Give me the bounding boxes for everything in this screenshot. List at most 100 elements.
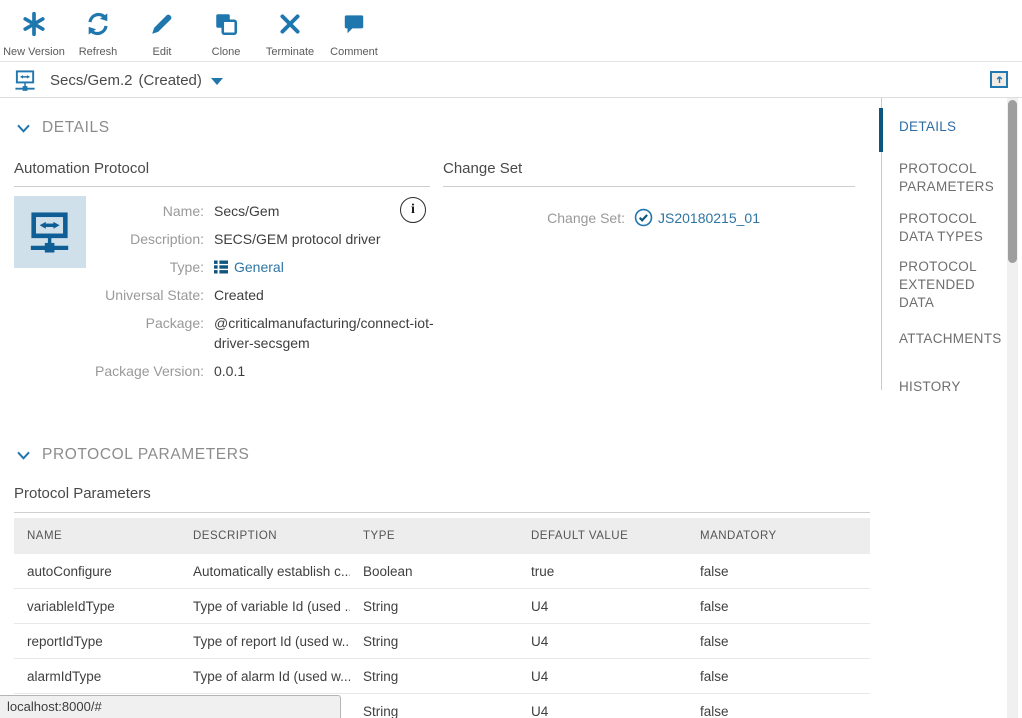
nav-item-protocol-data-types[interactable]: PROTOCOL DATA TYPES <box>882 210 1006 246</box>
details-section-title: DETAILS <box>42 119 110 137</box>
edit-button[interactable]: Edit <box>130 0 194 61</box>
comment-label: Comment <box>330 46 378 58</box>
description-value: SECS/GEM protocol driver <box>214 229 452 249</box>
cell-mandatory: false <box>687 599 870 614</box>
col-header-description: DESCRIPTION <box>180 530 350 542</box>
cell-default-value: U4 <box>518 704 687 718</box>
table-header-row: NAME DESCRIPTION TYPE DEFAULT VALUE MAND… <box>14 518 870 554</box>
automation-protocol-title: Automation Protocol <box>14 160 430 187</box>
automation-protocol-panel: Automation Protocol <box>14 160 430 187</box>
nav-item-details[interactable]: DETAILS <box>882 118 1006 136</box>
cell-description: Type of report Id (used w... <box>180 634 350 649</box>
col-header-default-value: DEFAULT VALUE <box>518 530 687 542</box>
table-row[interactable]: autoConfigure Automatically establish c.… <box>14 554 870 589</box>
entity-image <box>14 196 86 268</box>
change-set-panel: Change Set Change Set: JS20180215_01 <box>443 160 855 227</box>
type-value-link[interactable]: General <box>214 257 452 277</box>
refresh-button[interactable]: Refresh <box>66 0 130 61</box>
clone-icon <box>213 11 239 42</box>
edit-label: Edit <box>153 46 172 58</box>
nav-item-protocol-extended-data[interactable]: PROTOCOL EXTENDED DATA <box>882 258 1006 312</box>
comment-icon <box>341 11 367 42</box>
cell-default-value: true <box>518 564 687 579</box>
cell-type: String <box>350 704 518 718</box>
section-nav: DETAILS PROTOCOL PARAMETERS PROTOCOL DAT… <box>881 98 1006 390</box>
cell-type: Boolean <box>350 564 518 579</box>
entity-name: Secs/Gem.2 <box>50 72 133 89</box>
automation-protocol-large-icon <box>27 209 73 255</box>
cell-mandatory: false <box>687 634 870 649</box>
col-header-type: TYPE <box>350 530 518 542</box>
cell-mandatory: false <box>687 704 870 718</box>
name-label: Name: <box>86 201 204 221</box>
chevron-down-icon <box>16 123 31 134</box>
package-version-label: Package Version: <box>86 361 204 381</box>
protocol-parameters-section-title: PROTOCOL PARAMETERS <box>42 446 249 464</box>
change-set-title: Change Set <box>443 160 855 187</box>
terminate-icon <box>277 11 303 42</box>
collapse-panel-button[interactable] <box>990 71 1008 88</box>
chevron-down-icon <box>16 450 31 461</box>
cell-type: String <box>350 599 518 614</box>
terminate-label: Terminate <box>266 46 314 58</box>
cell-default-value: U4 <box>518 669 687 684</box>
cell-mandatory: false <box>687 669 870 684</box>
package-label: Package: <box>86 313 204 353</box>
terminate-button[interactable]: Terminate <box>258 0 322 61</box>
list-icon <box>214 260 228 274</box>
clone-button[interactable]: Clone <box>194 0 258 61</box>
entity-menu-caret-icon[interactable] <box>211 78 223 85</box>
nav-item-protocol-parameters[interactable]: PROTOCOL PARAMETERS <box>882 160 1006 196</box>
cell-name: alarmIdType <box>14 669 180 684</box>
arrow-up-icon <box>994 74 1005 85</box>
change-set-link[interactable]: JS20180215_01 <box>658 210 760 226</box>
scrollbar-thumb[interactable] <box>1008 100 1017 263</box>
info-icon: i <box>411 202 415 218</box>
nav-item-attachments[interactable]: ATTACHMENTS <box>882 330 1006 348</box>
cell-description: Type of variable Id (used ... <box>180 599 350 614</box>
parameters-table: NAME DESCRIPTION TYPE DEFAULT VALUE MAND… <box>14 518 870 718</box>
new-version-icon <box>21 11 47 42</box>
details-section-header[interactable]: DETAILS <box>16 119 110 137</box>
new-version-label: New Version <box>3 46 65 58</box>
table-row[interactable]: reportIdType Type of report Id (used w..… <box>14 624 870 659</box>
table-row[interactable]: variableIdType Type of variable Id (used… <box>14 589 870 624</box>
cell-name: autoConfigure <box>14 564 180 579</box>
toolbar: New Version Refresh Edit Clone Terminate… <box>0 0 1022 62</box>
refresh-icon <box>85 11 111 42</box>
clone-label: Clone <box>212 46 241 58</box>
automation-protocol-fields: Name: Secs/Gem Description: SECS/GEM pro… <box>86 201 452 381</box>
change-set-check-icon <box>634 208 653 227</box>
cell-description: Automatically establish c... <box>180 564 350 579</box>
entity-state: (Created) <box>139 72 202 89</box>
refresh-label: Refresh <box>79 46 118 58</box>
universal-state-label: Universal State: <box>86 285 204 305</box>
edit-icon <box>149 11 175 42</box>
info-button[interactable]: i <box>400 197 426 223</box>
col-header-mandatory: MANDATORY <box>687 530 870 542</box>
cell-description: Type of alarm Id (used w... <box>180 669 350 684</box>
cell-type: String <box>350 634 518 649</box>
new-version-button[interactable]: New Version <box>2 0 66 61</box>
browser-status-tooltip: localhost:8000/# <box>0 695 341 718</box>
cell-default-value: U4 <box>518 599 687 614</box>
type-label: Type: <box>86 257 204 277</box>
entity-header-bar: Secs/Gem.2 (Created) <box>0 63 1022 98</box>
change-set-label: Change Set: <box>443 210 625 226</box>
cell-mandatory: false <box>687 564 870 579</box>
package-value: @criticalmanufacturing/connect-iot-drive… <box>214 313 452 353</box>
type-value: General <box>234 257 284 277</box>
nav-item-history[interactable]: HISTORY <box>882 378 1006 396</box>
col-header-name: NAME <box>14 530 180 542</box>
description-label: Description: <box>86 229 204 249</box>
table-row[interactable]: alarmIdType Type of alarm Id (used w... … <box>14 659 870 694</box>
universal-state-value: Created <box>214 285 452 305</box>
cell-default-value: U4 <box>518 634 687 649</box>
cell-type: String <box>350 669 518 684</box>
cell-name: reportIdType <box>14 634 180 649</box>
cell-name: variableIdType <box>14 599 180 614</box>
parameters-table-title: Protocol Parameters <box>14 485 870 513</box>
comment-button[interactable]: Comment <box>322 0 386 61</box>
automation-protocol-icon <box>14 69 37 92</box>
protocol-parameters-section-header[interactable]: PROTOCOL PARAMETERS <box>16 446 249 464</box>
